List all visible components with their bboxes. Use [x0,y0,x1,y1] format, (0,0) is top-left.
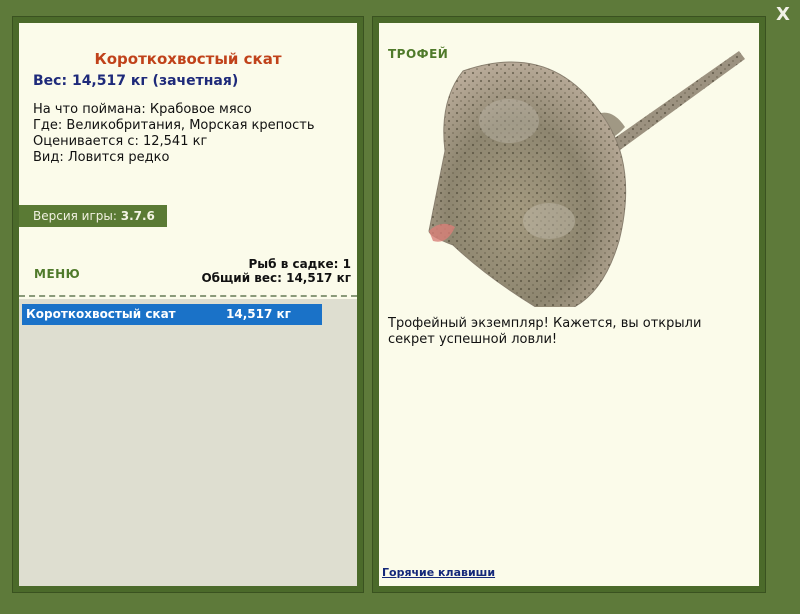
fish-info-content: Короткохвостый скат Вес: 14,517 кг (заче… [19,23,357,586]
trophy-content: ТРОФЕЙ Трофейный экземпляр! Кажется, вы … [379,23,759,586]
catch-list-item[interactable]: Короткохвостый скат 14,517 кг [22,304,322,325]
keepnet-total-weight: Общий вес: 14,517 кг [201,271,351,285]
trophy-message: Трофейный экземпляр! Кажется, вы открыли… [388,316,702,347]
version-label: Версия игры: [33,209,117,223]
version-value: 3.7.6 [120,209,155,223]
weight-note: (зачетная) [152,73,239,89]
trophy-label: ТРОФЕЙ [388,47,449,61]
catch-item-weight: 14,517 кг [226,307,291,321]
keepnet-summary: Рыб в садке: 1 Общий вес: 14,517 кг [201,257,351,285]
bait-detail: На что поймана: Крабовое мясо [33,102,252,117]
keepnet-count: Рыб в садке: 1 [248,257,352,271]
separator [19,295,357,297]
weight-label: Вес: [33,73,68,89]
weight-value: 14,517 кг [71,73,148,89]
rated-from-detail: Оценивается с: 12,541 кг [33,134,208,149]
game-version-bar: Версия игры: 3.7.6 [19,205,167,227]
fish-weight: Вес: 14,517 кг (зачетная) [33,73,238,89]
fish-info-panel: Короткохвостый скат Вес: 14,517 кг (заче… [12,16,364,593]
catch-list: Короткохвостый скат 14,517 кг [19,299,357,586]
catch-item-name: Короткохвостый скат [26,307,176,321]
menu-button[interactable]: МЕНЮ [34,267,80,281]
fish-name-title: Короткохвостый скат [94,50,282,68]
close-button[interactable]: X [772,4,794,26]
trophy-panel: ТРОФЕЙ Трофейный экземпляр! Кажется, вы … [372,16,766,593]
stingray-image [428,51,745,307]
species-detail: Вид: Ловится редко [33,150,170,165]
hotkeys-link[interactable]: Горячие клавиши [382,566,495,579]
location-detail: Где: Великобритания, Морская крепость [33,118,315,133]
